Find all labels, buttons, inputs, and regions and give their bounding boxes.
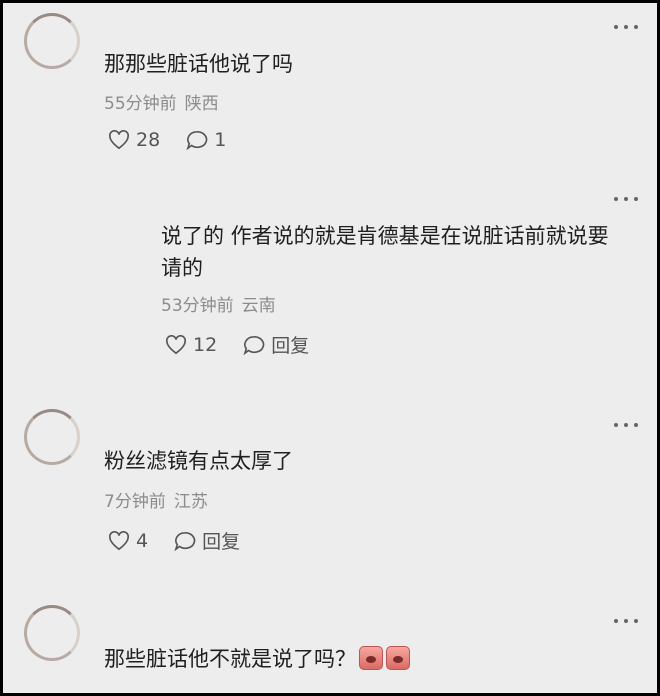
comment-text: 那那些脏话他说了吗 xyxy=(104,52,293,76)
comment-list: 那那些脏话他说了吗 55分钟前 陕西 28 1 说了的 作者说的就是肯德基是在说脏… xyxy=(3,3,657,693)
more-options-button[interactable] xyxy=(614,193,638,205)
reply-label: 回复 xyxy=(202,531,241,553)
comment-actions: 12 回复 xyxy=(165,331,335,358)
speech-bubble-icon xyxy=(174,531,196,551)
comment-text: 粉丝滤镜有点太厚了 xyxy=(104,449,293,473)
reply-label: 回复 xyxy=(271,335,310,357)
like-button[interactable]: 28 xyxy=(108,129,160,151)
speech-bubble-icon xyxy=(186,130,208,150)
comment-text-body: 那些脏话他不就是说了吗？ xyxy=(104,647,356,671)
more-options-button[interactable] xyxy=(614,21,638,33)
comment-text-line: 说了的 作者说的就是肯德基是在说脏话前就说要 xyxy=(161,224,609,248)
comment-time: 55分钟前 xyxy=(104,94,177,114)
comment-text: 说了的 作者说的就是肯德基是在说脏话前就说要 请的 xyxy=(161,220,641,284)
comment-text: 那些脏话他不就是说了吗？ xyxy=(104,643,410,675)
heart-icon xyxy=(166,334,186,354)
reply-button[interactable]: 回复 xyxy=(243,331,309,358)
avatar[interactable] xyxy=(24,605,80,661)
avatar[interactable] xyxy=(24,409,80,465)
comment-time: 53分钟前 xyxy=(161,296,234,316)
avatar[interactable] xyxy=(24,13,80,69)
reply-button[interactable]: 1 xyxy=(186,129,226,151)
comment-meta: 55分钟前 陕西 xyxy=(104,93,219,115)
heart-icon xyxy=(109,530,129,550)
reply-button[interactable]: 回复 xyxy=(174,527,240,554)
comment-time: 7分钟前 xyxy=(104,492,166,512)
comment-location: 陕西 xyxy=(184,94,219,114)
like-button[interactable]: 4 xyxy=(108,530,148,552)
like-button[interactable]: 12 xyxy=(165,334,217,356)
more-options-button[interactable] xyxy=(614,615,638,627)
crying-emoji-icon xyxy=(359,646,383,670)
comment-actions: 4 回复 xyxy=(108,527,266,554)
comment-meta: 53分钟前 云南 xyxy=(161,295,276,317)
like-count: 4 xyxy=(136,529,149,552)
comment-actions: 28 1 xyxy=(108,129,252,151)
speech-bubble-icon xyxy=(243,335,265,355)
reply-count: 1 xyxy=(214,129,227,151)
like-count: 28 xyxy=(136,129,161,151)
heart-icon xyxy=(109,130,129,150)
crying-emoji-icon xyxy=(386,646,410,670)
comment-location: 江苏 xyxy=(173,492,208,512)
comment-meta: 7分钟前 江苏 xyxy=(104,491,208,513)
like-count: 12 xyxy=(193,333,218,356)
comment-text-line: 请的 xyxy=(161,256,203,280)
comment-location: 云南 xyxy=(241,296,276,316)
more-options-button[interactable] xyxy=(614,419,638,431)
